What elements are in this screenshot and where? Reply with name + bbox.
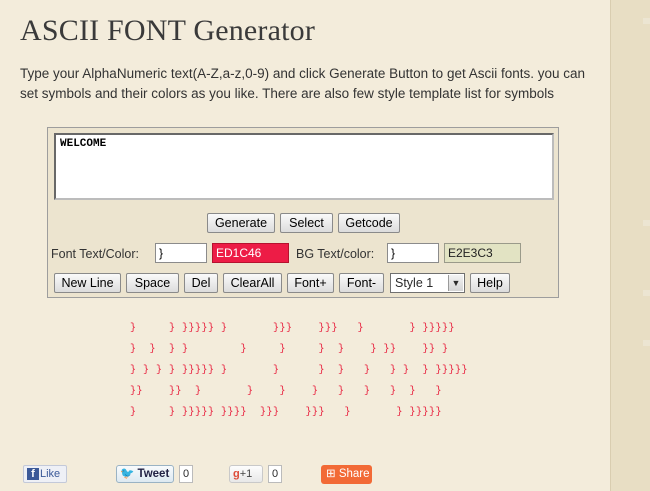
style-select-value: Style 1 xyxy=(395,276,434,290)
google-plus-icon: g xyxy=(233,468,240,480)
bg-symbol-input[interactable] xyxy=(387,243,439,263)
font-text-color-label: Font Text/Color: xyxy=(51,247,140,261)
google-plus-count: 0 xyxy=(268,465,283,483)
input-textarea[interactable]: WELCOME xyxy=(54,133,554,200)
font-plus-button[interactable]: Font+ xyxy=(287,273,334,293)
google-plus-label: +1 xyxy=(239,468,253,480)
share-button[interactable]: ⊞ Share xyxy=(321,465,372,484)
right-page-edge xyxy=(610,0,650,491)
edge-decoration xyxy=(643,220,650,226)
font-color-input[interactable] xyxy=(212,243,289,263)
new-line-button[interactable]: New Line xyxy=(54,273,121,293)
facebook-like-button[interactable]: f Like xyxy=(23,465,67,483)
delete-button[interactable]: Del xyxy=(184,273,218,293)
bg-color-input[interactable] xyxy=(444,243,521,263)
share-icon: ⊞ xyxy=(326,468,336,480)
font-symbol-input[interactable] xyxy=(155,243,207,263)
font-minus-button[interactable]: Font- xyxy=(339,273,384,293)
intro-text: Type your AlphaNumeric text(A-Z,a-z,0-9)… xyxy=(20,66,586,101)
help-button[interactable]: Help xyxy=(470,273,510,293)
page-title: ASCII FONT Generator xyxy=(20,14,316,47)
page-body: ASCII FONT Generator Type your AlphaNume… xyxy=(0,0,610,491)
style-select[interactable]: Style 1 ▼ xyxy=(390,273,465,293)
ascii-line: } } } } }}}}} } } } } } } } } }}}}} xyxy=(130,365,469,376)
select-button[interactable]: Select xyxy=(280,213,333,233)
google-plus-button[interactable]: g+1 xyxy=(229,465,263,483)
share-label: Share xyxy=(338,468,370,480)
generator-panel: WELCOME Generate Select Getcode Font Tex… xyxy=(47,127,559,298)
tweet-count: 0 xyxy=(179,465,194,483)
space-button[interactable]: Space xyxy=(126,273,179,293)
ascii-line: } } } } } } } } } }} }} } xyxy=(130,344,449,355)
facebook-like-label: Like xyxy=(40,468,61,480)
bg-text-color-label: BG Text/color: xyxy=(296,247,375,261)
chevron-down-icon[interactable]: ▼ xyxy=(448,275,463,291)
generate-button[interactable]: Generate xyxy=(207,213,275,233)
tweet-button[interactable]: 🐦 Tweet xyxy=(116,465,174,483)
edge-decoration xyxy=(643,18,650,24)
ascii-line: } } }}}}} }}}} }}} }}} } } }}}}} xyxy=(130,407,443,418)
clear-all-button[interactable]: ClearAll xyxy=(223,273,282,293)
ascii-output: } } }}}}} } }}} }}} } } }}}}} } } } } } … xyxy=(130,318,468,423)
ascii-line: }} }} } } } } } } } } } xyxy=(130,386,443,397)
twitter-bird-icon: 🐦 xyxy=(120,468,135,480)
tweet-label: Tweet xyxy=(137,468,170,480)
facebook-icon: f xyxy=(27,468,39,480)
edge-decoration xyxy=(643,290,650,296)
ascii-line: } } }}}}} } }}} }}} } } }}}}} xyxy=(130,323,456,334)
getcode-button[interactable]: Getcode xyxy=(338,213,400,233)
edge-decoration xyxy=(643,340,650,346)
